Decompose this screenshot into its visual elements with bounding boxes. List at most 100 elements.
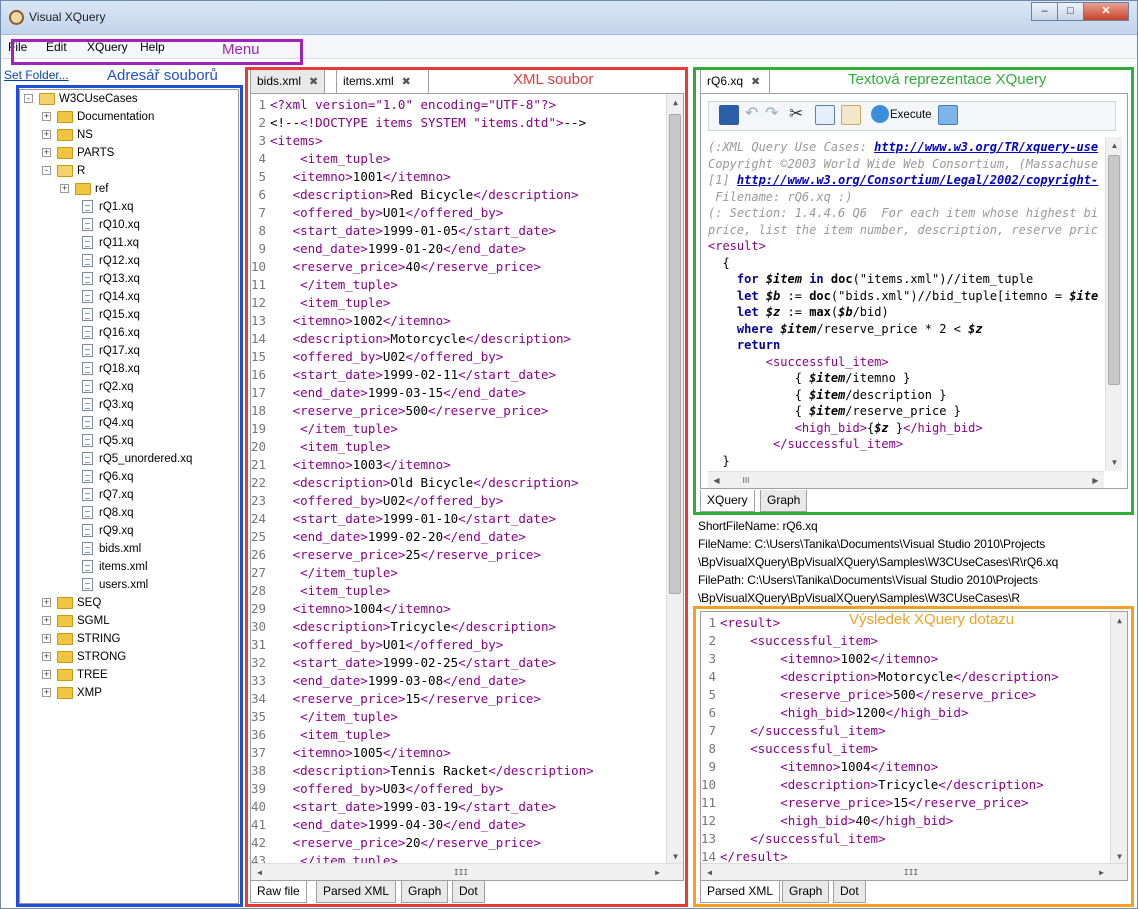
tree-item-ns[interactable]: + NS — [42, 126, 93, 144]
scroll-right-icon[interactable]: ▶ — [649, 864, 666, 880]
tab-parsed-xml[interactable]: Parsed XML — [316, 881, 397, 903]
tree-item-items-xml[interactable]: items.xml — [82, 558, 148, 576]
expand-icon[interactable]: + — [42, 652, 51, 662]
tree-item-string[interactable]: + STRING — [42, 630, 120, 648]
expand-icon[interactable]: + — [60, 184, 69, 194]
copy-icon[interactable] — [815, 105, 835, 125]
close-tab-icon[interactable]: ✖ — [751, 76, 760, 88]
tree-item-rq16-xq[interactable]: rQ16.xq — [82, 324, 140, 342]
tree-item-documentation[interactable]: + Documentation — [42, 108, 154, 126]
tree-node-root[interactable]: - W3CUseCases — [24, 90, 138, 108]
expand-icon[interactable]: + — [42, 130, 51, 140]
result-horizontal-scrollbar[interactable]: ◀ III ▶ — [701, 863, 1127, 880]
set-folder-link[interactable]: Set Folder... — [4, 68, 69, 82]
tab-raw-file[interactable]: Raw file — [250, 881, 307, 903]
tree-item-rq14-xq[interactable]: rQ14.xq — [82, 288, 140, 306]
scroll-up-icon[interactable]: ▲ — [1111, 612, 1127, 629]
undo-icon[interactable]: ↶ — [745, 105, 765, 125]
result-viewer[interactable]: 14 </result> 13 </successful_item> 12 <high… — [700, 611, 1128, 881]
tree-item-rq5-xq[interactable]: rQ5.xq — [82, 432, 134, 450]
scroll-right-icon[interactable]: ▶ — [1087, 472, 1104, 489]
minimize-button[interactable]: ‒ — [1031, 2, 1058, 21]
tree-item-rq13-xq[interactable]: rQ13.xq — [82, 270, 140, 288]
tab-rq6-xq[interactable]: rQ6.xq ✖ — [700, 69, 770, 93]
tree-item-rq17-xq[interactable]: rQ17.xq — [82, 342, 140, 360]
scroll-grip-icon[interactable]: III — [451, 864, 471, 880]
scroll-left-icon[interactable]: ◀ — [708, 472, 725, 489]
scroll-right-icon[interactable]: ▶ — [1093, 864, 1110, 880]
result-vertical-scrollbar[interactable]: ▲ ▼ — [1110, 612, 1127, 865]
xquery-vertical-scrollbar[interactable]: ▲ ▼ — [1105, 137, 1122, 471]
tree-item-rq7-xq[interactable]: rQ7.xq — [82, 486, 134, 504]
tab-graph[interactable]: Graph — [782, 881, 830, 903]
tree-item-parts[interactable]: + PARTS — [42, 144, 114, 162]
menu-xquery[interactable]: XQuery — [87, 40, 128, 54]
tree-item-rq8-xq[interactable]: rQ8.xq — [82, 504, 134, 522]
expand-icon[interactable]: + — [42, 634, 51, 644]
maximize-button[interactable]: □ — [1057, 2, 1084, 21]
tab-dot[interactable]: Dot — [833, 881, 866, 903]
tree-item-rq18-xq[interactable]: rQ18.xq — [82, 360, 140, 378]
xml-horizontal-scrollbar[interactable]: ◀ III ▶ — [251, 863, 683, 880]
tree-item-rq5-unordered-xq[interactable]: rQ5_unordered.xq — [82, 450, 192, 468]
tree-item-sgml[interactable]: + SGML — [42, 612, 110, 630]
collapse-icon[interactable]: - — [24, 94, 33, 104]
scroll-left-icon[interactable]: ◀ — [251, 864, 268, 880]
xml-vertical-scrollbar[interactable]: ▲ ▼ — [666, 94, 683, 865]
expand-icon[interactable]: + — [42, 112, 51, 122]
expand-icon[interactable]: + — [42, 670, 51, 680]
menu-file[interactable]: File — [8, 40, 27, 54]
expand-icon[interactable]: + — [42, 688, 51, 698]
execute-button-label[interactable]: Execute — [890, 109, 932, 121]
scroll-grip-icon[interactable]: III — [736, 472, 756, 489]
tab-graph[interactable]: Graph — [760, 490, 808, 512]
close-tab-icon[interactable]: ✖ — [309, 76, 318, 88]
tree-item-seq[interactable]: + SEQ — [42, 594, 101, 612]
tree-item-rq3-xq[interactable]: rQ3.xq — [82, 396, 134, 414]
tree-item-rq10-xq[interactable]: rQ10.xq — [82, 216, 140, 234]
expand-icon[interactable]: + — [42, 616, 51, 626]
tree-item-rq15-xq[interactable]: rQ15.xq — [82, 306, 140, 324]
scroll-down-icon[interactable]: ▼ — [1106, 454, 1123, 471]
tab-graph[interactable]: Graph — [401, 881, 449, 903]
tree-item-rq4-xq[interactable]: rQ4.xq — [82, 414, 134, 432]
redo-icon[interactable]: ↷ — [765, 105, 785, 125]
paste-icon[interactable] — [841, 105, 861, 125]
tab-dot[interactable]: Dot — [452, 881, 485, 903]
tree-item-rq9-xq[interactable]: rQ9.xq — [82, 522, 134, 540]
tree-item-ref[interactable]: + ref — [60, 180, 108, 198]
tab-items-xml[interactable]: items.xml ✖ — [336, 69, 429, 93]
xml-editor[interactable]: 44 <item_tuple>43 </item_tuple>42 <reser… — [250, 93, 684, 881]
execute-icon[interactable] — [871, 105, 889, 123]
tree-item-strong[interactable]: + STRONG — [42, 648, 126, 666]
tree-item-r[interactable]: -R — [42, 162, 85, 180]
expand-icon[interactable]: + — [42, 148, 51, 158]
tree-item-rq2-xq[interactable]: rQ2.xq — [82, 378, 134, 396]
tree-item-rq11-xq[interactable]: rQ11.xq — [82, 234, 139, 252]
scroll-up-icon[interactable]: ▲ — [667, 94, 683, 111]
export-icon[interactable] — [938, 105, 958, 125]
scroll-thumb[interactable] — [1108, 155, 1120, 385]
tab-bids-xml[interactable]: bids.xml ✖ — [250, 69, 326, 93]
menu-help[interactable]: Help — [140, 40, 165, 54]
collapse-icon[interactable]: - — [42, 166, 51, 176]
expand-icon[interactable]: + — [42, 598, 51, 608]
cut-icon[interactable]: ✂ — [789, 105, 809, 125]
tree-item-bids-xml[interactable]: bids.xml — [82, 540, 141, 558]
tree-item-tree[interactable]: + TREE — [42, 666, 108, 684]
save-icon[interactable] — [719, 105, 739, 125]
tree-item-xmp[interactable]: + XMP — [42, 684, 102, 702]
xquery-horizontal-scrollbar[interactable]: ◀ III ▶ — [708, 471, 1104, 488]
tree-item-users-xml[interactable]: users.xml — [82, 576, 148, 594]
xquery-editor[interactable]: (:XML Query Use Cases: http://www.w3.org… — [708, 137, 1104, 471]
scroll-left-icon[interactable]: ◀ — [701, 864, 718, 880]
scroll-up-icon[interactable]: ▲ — [1106, 137, 1123, 154]
menu-edit[interactable]: Edit — [46, 40, 67, 54]
close-tab-icon[interactable]: ✖ — [402, 76, 411, 88]
tree-item-rq1-xq[interactable]: rQ1.xq — [82, 198, 134, 216]
scroll-thumb[interactable] — [669, 114, 681, 594]
close-button[interactable]: ✕ — [1083, 2, 1129, 21]
scroll-grip-icon[interactable]: III — [901, 864, 921, 880]
tab-parsed-xml[interactable]: Parsed XML — [700, 881, 781, 903]
tree-item-rq12-xq[interactable]: rQ12.xq — [82, 252, 140, 270]
